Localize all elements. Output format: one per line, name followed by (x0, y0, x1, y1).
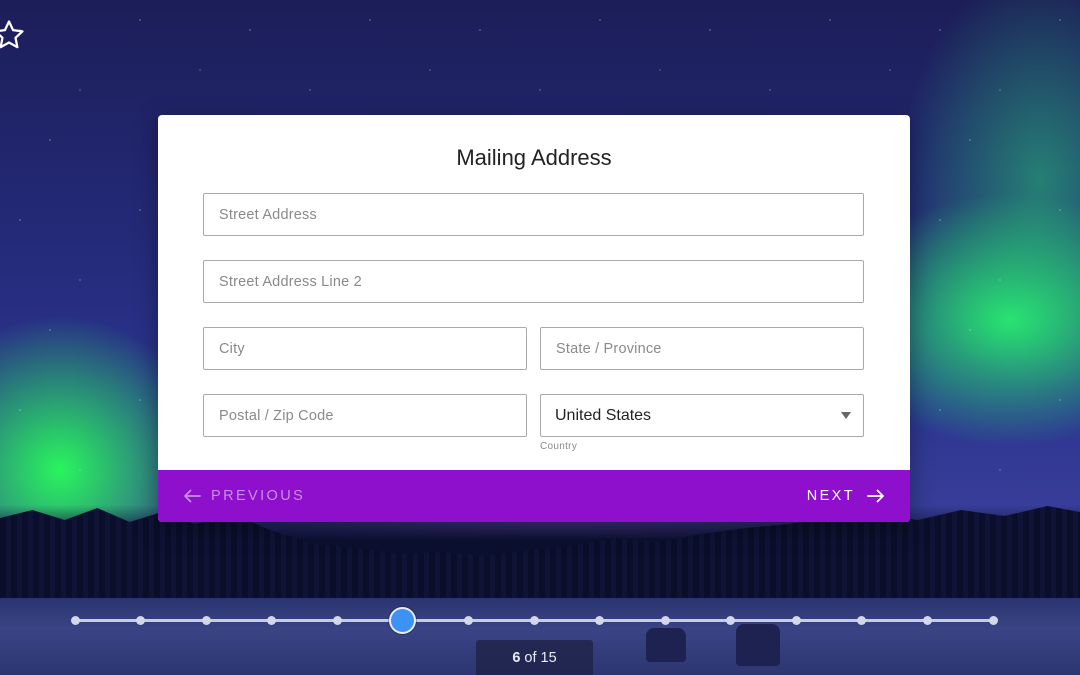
street-address-line2-input[interactable] (204, 261, 863, 302)
chevron-down-icon (841, 412, 851, 419)
arrow-right-icon (867, 489, 884, 503)
counter-separator: of (524, 650, 537, 666)
progress-step-dot[interactable] (332, 616, 342, 625)
progress-step-dot[interactable] (463, 616, 473, 625)
mailing-address-card: Mailing Address United States Country PR… (158, 115, 910, 522)
progress-step-dot[interactable] (791, 616, 801, 625)
country-select[interactable]: United States (540, 394, 864, 437)
form-title: Mailing Address (456, 145, 612, 170)
progress-step-dot[interactable] (70, 616, 80, 625)
progress-step-dot[interactable] (201, 616, 211, 625)
previous-button[interactable]: PREVIOUS (183, 470, 305, 522)
next-label: NEXT (806, 488, 855, 504)
arrow-left-icon (184, 489, 201, 503)
progress-step-dot[interactable] (595, 616, 605, 625)
previous-label: PREVIOUS (211, 488, 306, 504)
postal-code-field[interactable] (203, 394, 527, 437)
state-province-input[interactable] (541, 328, 863, 369)
progress-step-dot[interactable] (660, 616, 670, 625)
city-field[interactable] (203, 327, 527, 370)
page-counter: 6 of 15 (476, 640, 593, 675)
progress-step-dot[interactable] (529, 616, 539, 625)
progress-step-dot[interactable] (136, 616, 146, 625)
state-province-field[interactable] (540, 327, 864, 370)
progress-step-dot[interactable] (922, 616, 932, 625)
progress-step-dot[interactable] (988, 616, 998, 625)
street-address-input[interactable] (204, 194, 863, 235)
current-step: 6 (512, 650, 521, 666)
country-caption: Country (540, 441, 578, 452)
street-address-field[interactable] (203, 193, 864, 236)
rock (736, 624, 780, 666)
street-address-line2-field[interactable] (203, 260, 864, 303)
rock (646, 628, 686, 662)
total-steps: 15 (540, 650, 557, 666)
postal-code-input[interactable] (204, 395, 526, 436)
city-input[interactable] (204, 328, 526, 369)
form-navigation-bar: PREVIOUS NEXT (158, 470, 910, 522)
country-selected-value: United States (555, 406, 652, 424)
next-button[interactable]: NEXT (807, 470, 885, 522)
star-outline-icon[interactable] (0, 18, 26, 52)
